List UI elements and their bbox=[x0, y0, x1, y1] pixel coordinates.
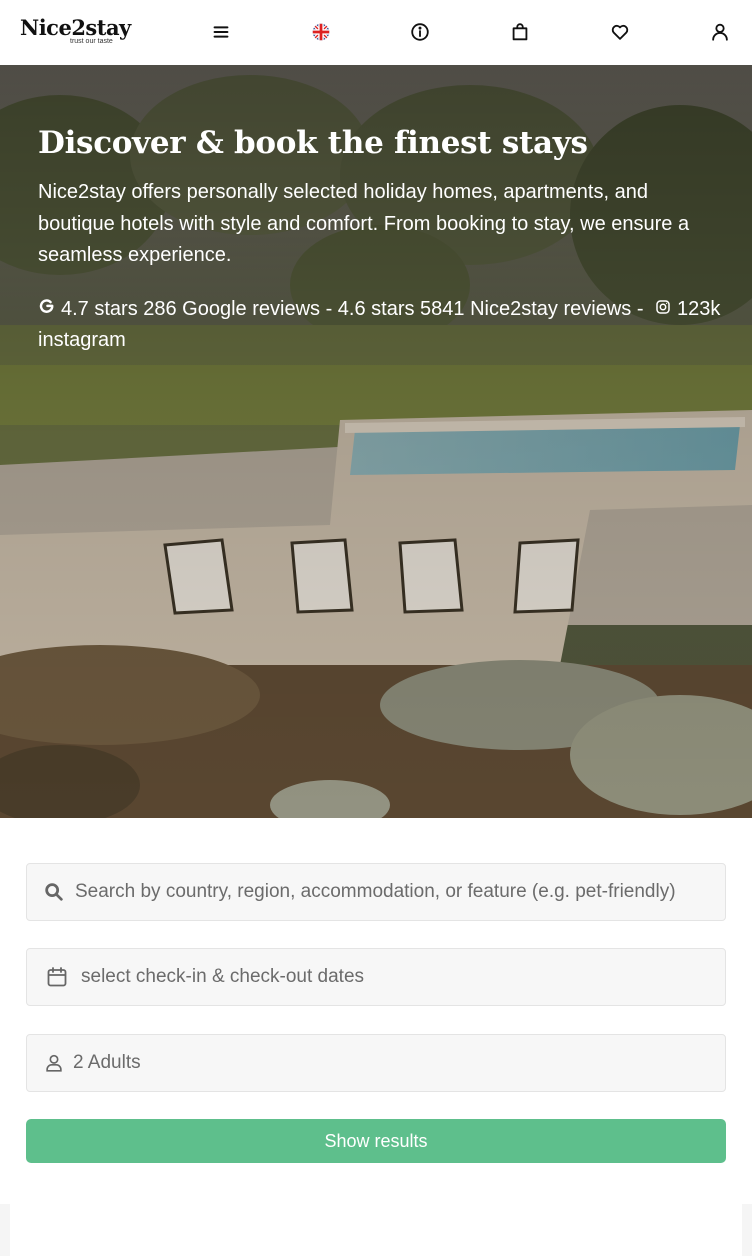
instagram-icon[interactable] bbox=[654, 295, 672, 314]
hero-section: Discover & book the finest stays Nice2st… bbox=[0, 65, 752, 818]
google-reviews-text: 4.7 stars 286 Google reviews - 4.6 stars… bbox=[61, 298, 644, 320]
search-field[interactable]: Search by country, region, accommodation… bbox=[26, 863, 726, 921]
dates-field[interactable]: select check-in & check-out dates bbox=[26, 948, 726, 1006]
guests-field[interactable]: 2 Adults bbox=[26, 1034, 726, 1092]
dates-input[interactable]: select check-in & check-out dates bbox=[81, 966, 364, 988]
site-header: Nice2stay trust our taste bbox=[0, 0, 752, 65]
search-input[interactable]: Search by country, region, accommodation… bbox=[75, 881, 676, 903]
person-icon bbox=[43, 1052, 65, 1074]
guests-selector[interactable]: 2 Adults bbox=[73, 1052, 141, 1074]
logo-text: Nice2stay bbox=[20, 15, 131, 40]
info-icon[interactable] bbox=[408, 20, 432, 44]
show-results-button[interactable]: Show results bbox=[26, 1119, 726, 1163]
google-icon bbox=[38, 295, 56, 313]
hero-description: Nice2stay offers personally selected hol… bbox=[38, 181, 690, 266]
logo[interactable]: Nice2stay trust our taste bbox=[20, 16, 136, 48]
hero-title: Discover & book the finest stays bbox=[38, 125, 588, 161]
user-icon[interactable] bbox=[708, 20, 732, 44]
hero-reviews: 4.7 stars 286 Google reviews - 4.6 stars… bbox=[38, 294, 728, 356]
uk-flag-icon[interactable] bbox=[309, 20, 333, 44]
bag-icon[interactable] bbox=[508, 20, 532, 44]
content-card bbox=[10, 1204, 742, 1256]
heart-icon[interactable] bbox=[608, 20, 632, 44]
search-icon bbox=[43, 881, 65, 903]
menu-icon[interactable] bbox=[209, 20, 233, 44]
calendar-icon bbox=[45, 965, 69, 989]
logo-tagline: trust our taste bbox=[70, 38, 113, 45]
search-panel: Search by country, region, accommodation… bbox=[0, 818, 752, 1204]
